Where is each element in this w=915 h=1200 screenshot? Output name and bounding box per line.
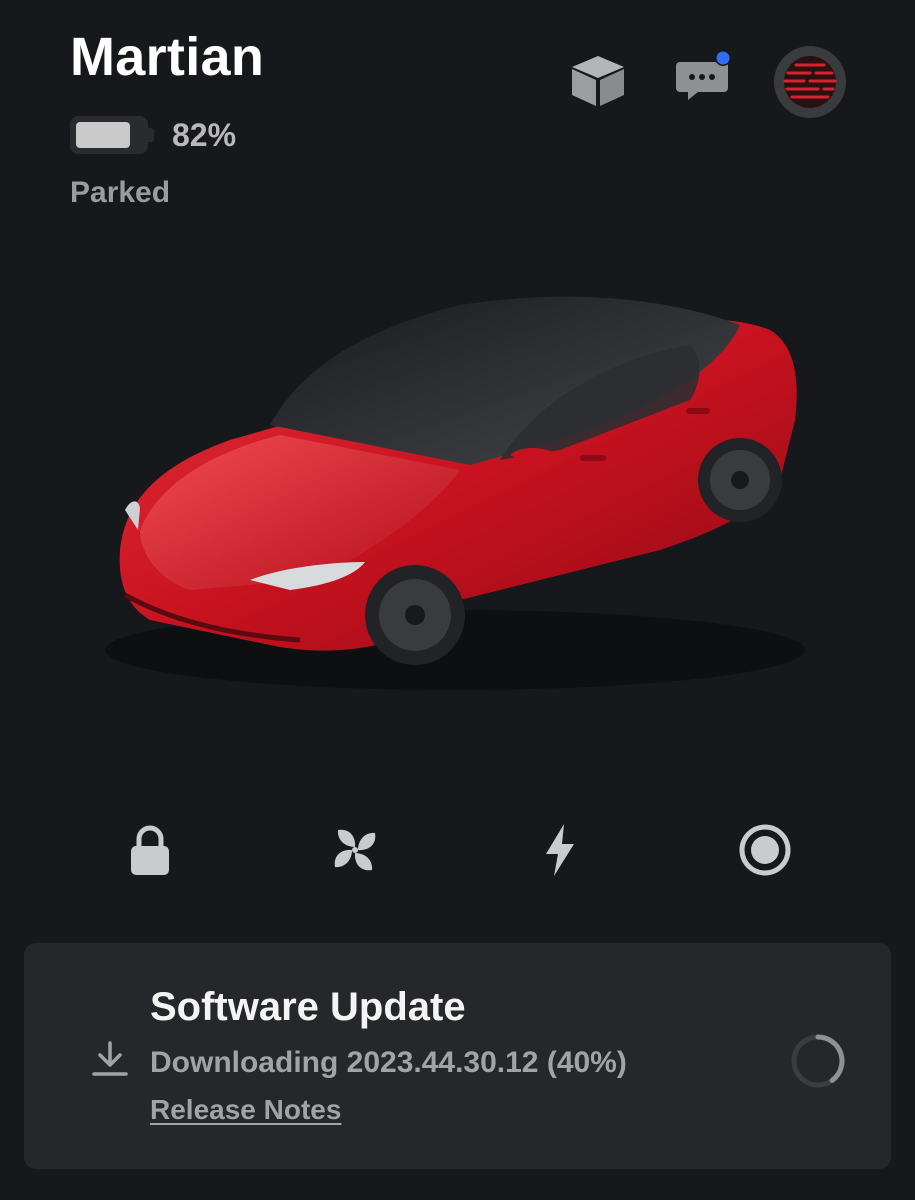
loading-spinner-icon xyxy=(788,1031,848,1096)
climate-fan-icon xyxy=(334,829,376,871)
battery-terminal xyxy=(148,128,154,142)
release-notes-link[interactable]: Release Notes xyxy=(150,1094,341,1126)
battery-level-fill xyxy=(76,122,130,148)
climate-button[interactable] xyxy=(320,815,390,885)
update-title: Software Update xyxy=(150,985,466,1029)
battery-icon xyxy=(70,116,154,154)
download-icon xyxy=(90,1040,130,1085)
vehicle-image xyxy=(0,250,915,730)
battery-percent: 82% xyxy=(172,116,237,153)
unread-badge xyxy=(716,51,730,65)
quick-controls xyxy=(0,815,915,885)
update-progress-text: Downloading 2023.44.30.12 (40%) xyxy=(150,1046,627,1079)
profile-avatar[interactable] xyxy=(774,46,846,118)
media-button[interactable] xyxy=(730,815,800,885)
charging-button[interactable] xyxy=(525,815,595,885)
lock-button[interactable] xyxy=(115,815,185,885)
lock-icon xyxy=(131,825,169,875)
messages-icon[interactable] xyxy=(674,50,734,111)
toybox-icon[interactable] xyxy=(568,52,628,113)
charge-bolt-icon xyxy=(546,824,574,876)
vehicle-status: Parked xyxy=(70,176,171,209)
vehicle-name[interactable]: Martian xyxy=(70,26,264,88)
software-update-card[interactable]: Software Update Downloading 2023.44.30.1… xyxy=(24,943,891,1169)
media-record-icon xyxy=(739,824,791,876)
battery-status: 82% xyxy=(70,116,236,154)
